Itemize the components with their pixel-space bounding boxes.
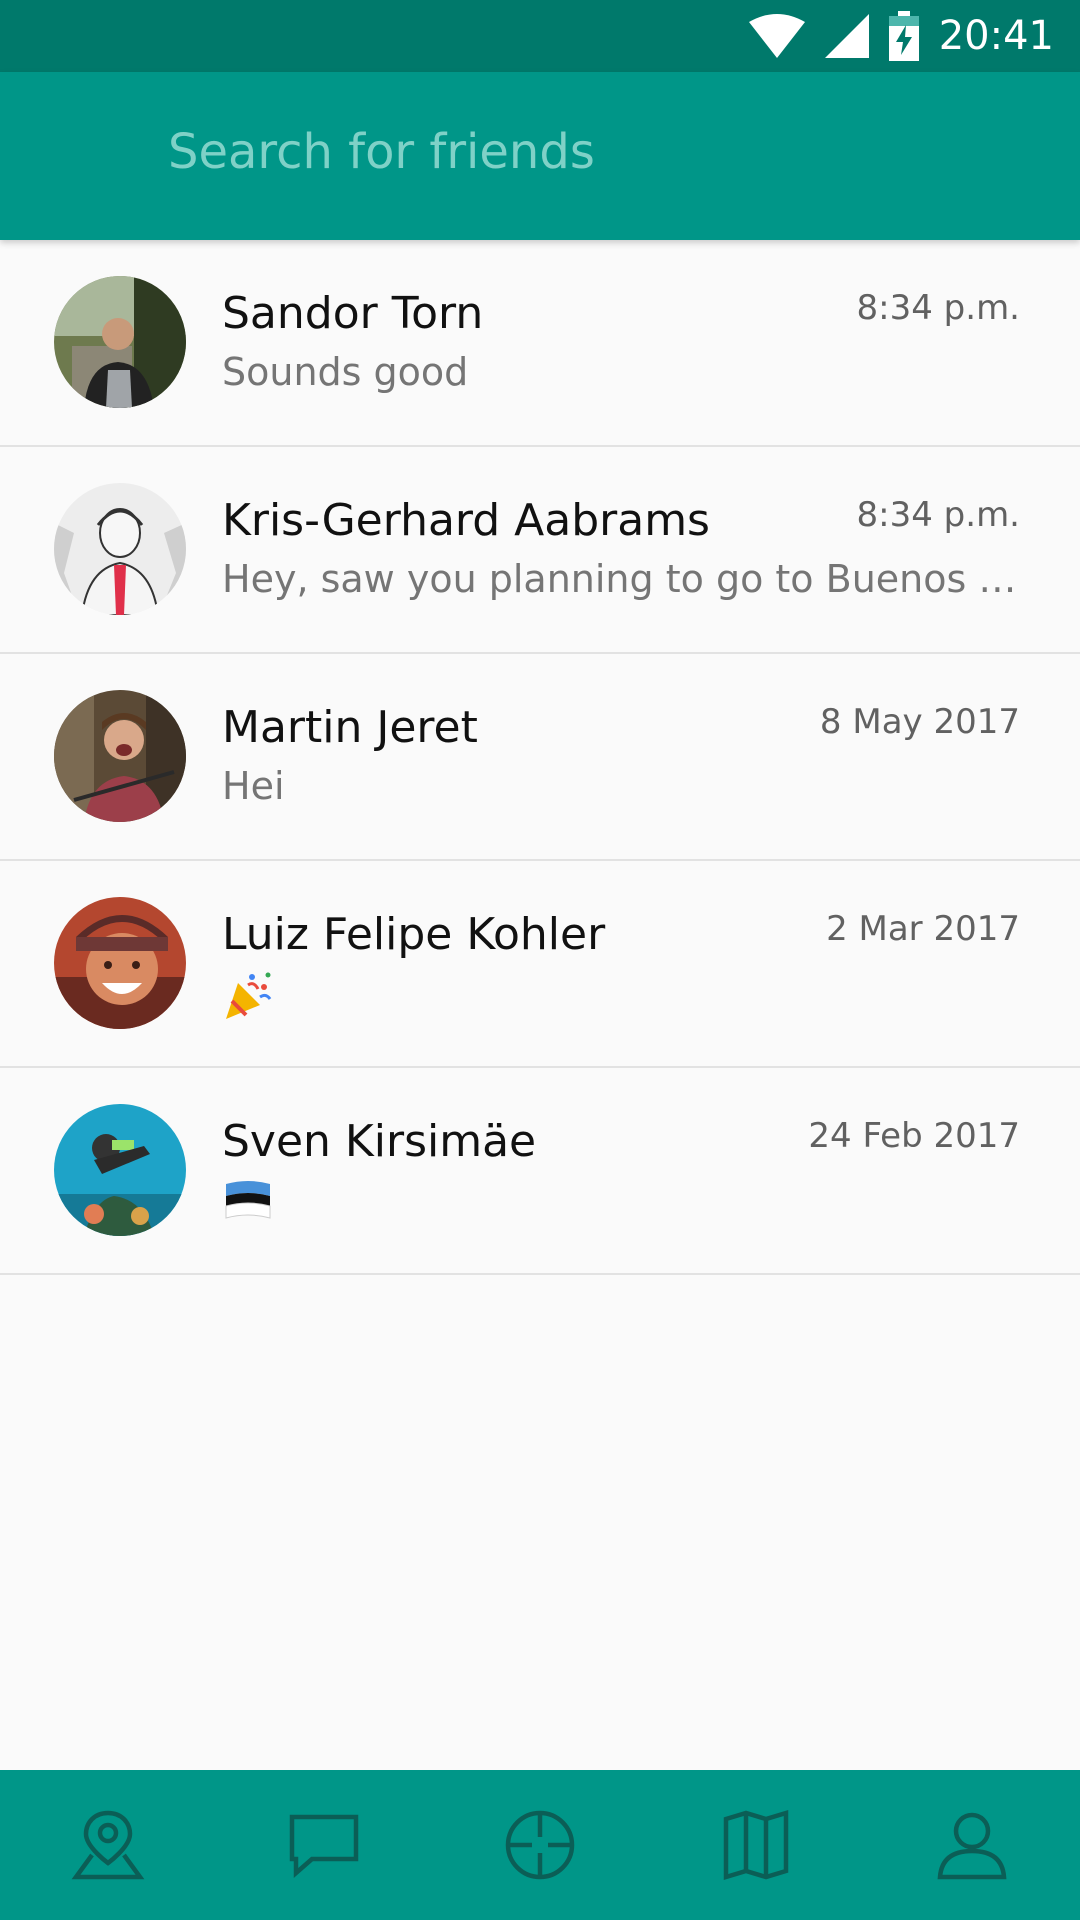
avatar	[54, 897, 186, 1029]
clock-time: 20:41	[938, 13, 1054, 59]
conversation-row[interactable]: Luiz Felipe Kohler 2 Mar 2017	[0, 861, 1080, 1068]
profile-icon[interactable]	[897, 1770, 1047, 1920]
message-preview: Hey, saw you planning to go to Buenos Ai…	[222, 557, 1022, 601]
cellular-signal-icon	[824, 12, 869, 60]
contact-name: Kris-Gerhard Aabrams	[222, 495, 710, 546]
contact-name: Martin Jeret	[222, 702, 478, 753]
wifi-icon	[748, 12, 805, 60]
message-date: 8:34 p.m.	[856, 288, 1020, 328]
app-bar	[0, 72, 1080, 240]
message-date: 24 Feb 2017	[808, 1116, 1020, 1156]
battery-charging-icon	[888, 11, 919, 61]
contact-name: Sandor Torn	[222, 288, 484, 339]
search-input[interactable]	[168, 112, 1028, 192]
contact-name: Sven Kirsimäe	[222, 1116, 537, 1167]
conversation-row[interactable]: Martin Jeret Hei 8 May 2017	[0, 654, 1080, 861]
target-icon[interactable]	[465, 1770, 615, 1920]
contact-name: Luiz Felipe Kohler	[222, 909, 606, 960]
bottom-navigation	[0, 1770, 1080, 1920]
message-preview: Sounds good	[222, 350, 469, 394]
avatar	[54, 483, 186, 615]
party-popper-icon	[222, 969, 274, 1025]
avatar	[54, 276, 186, 408]
estonia-flag-icon	[222, 1176, 274, 1226]
avatar	[54, 690, 186, 822]
map-icon[interactable]	[681, 1770, 831, 1920]
avatar	[54, 1104, 186, 1236]
message-date: 8 May 2017	[819, 702, 1020, 742]
conversation-list: Sandor Torn Sounds good 8:34 p.m. Kris-G…	[0, 240, 1080, 1275]
conversation-row[interactable]: Kris-Gerhard Aabrams Hey, saw you planni…	[0, 447, 1080, 654]
message-preview: Hei	[222, 764, 285, 808]
message-date: 8:34 p.m.	[856, 495, 1020, 535]
map-pin-icon[interactable]	[33, 1770, 183, 1920]
message-date: 2 Mar 2017	[826, 909, 1020, 949]
status-bar: 20:41	[0, 0, 1080, 72]
chat-icon[interactable]	[249, 1770, 399, 1920]
conversation-row[interactable]: Sandor Torn Sounds good 8:34 p.m.	[0, 240, 1080, 447]
conversation-row[interactable]: Sven Kirsimäe 24 Feb 2017	[0, 1068, 1080, 1275]
